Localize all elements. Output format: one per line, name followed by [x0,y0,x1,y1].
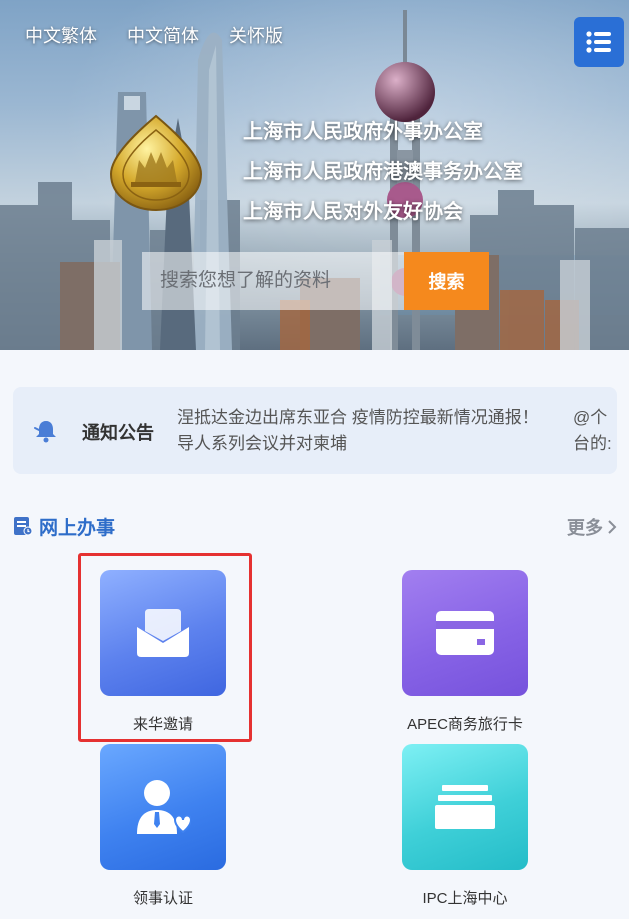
lang-simplified[interactable]: 中文简体 [127,22,199,48]
org-title-hk-macao: 上海市人民政府港澳事务办公室 [243,161,523,183]
notice-line: @个 [573,408,608,427]
org-title-friendship: 上海市人民对外友好协会 [243,201,463,223]
tile-icon-bg [402,570,528,696]
more-link[interactable]: 更多 [567,514,617,540]
envelope-icon [137,609,189,657]
shanghai-emblem-icon [109,114,203,212]
service-consular-auth[interactable]: 领事认证 [78,744,248,919]
notice-line: 涅抵达金边出席东亚合 疫情防控最新情况通报！ [177,408,539,427]
list-menu-icon [586,31,611,53]
card-icon [436,611,494,655]
notice-bar[interactable]: 通知公告 涅抵达金边出席东亚合 疫情防控最新情况通报！ 导人系列会议并对柬埔 @… [13,387,617,474]
hero-banner: 中文繁体 中文简体 关怀版 上海市人民政府外事办公室 上海市人民政府港澳事务办公 [0,0,629,350]
document-icon [14,517,33,536]
stack-icon [435,785,495,829]
service-apec-card[interactable]: APEC商务旅行卡 [380,570,550,745]
tile-icon-bg [100,570,226,696]
tile-label: 来华邀请 [132,716,193,733]
tile-label: 领事认证 [132,890,193,907]
more-label: 更多 [567,518,603,538]
tile-icon-bg [402,744,528,870]
notice-line: 导人系列会议并对柬埔 [177,434,347,453]
notice-line: 台的: [573,434,612,453]
section-title: 网上办事 [39,518,116,539]
online-services-header: 网上办事 更多 [13,513,617,541]
menu-button[interactable] [574,17,624,67]
tile-icon-bg [100,744,226,870]
notice-scroll-text: 涅抵达金边出席东亚合 疫情防控最新情况通报！ 导人系列会议并对柬埔 [177,405,617,465]
tile-label: IPC上海中心 [422,890,508,907]
lang-traditional[interactable]: 中文繁体 [25,22,97,48]
tile-label: APEC商务旅行卡 [407,716,523,733]
lang-care-mode[interactable]: 关怀版 [229,22,283,48]
notice-next-item: @个 台的: [573,405,617,457]
search-input[interactable] [142,252,404,310]
notice-label: 通知公告 [82,423,154,443]
language-bar: 中文繁体 中文简体 关怀版 [25,22,283,48]
org-titles: 上海市人民政府外事办公室 上海市人民政府港澳事务办公室 上海市人民对外友好协会 [243,112,523,232]
chevron-right-icon [608,520,617,534]
org-title-foreign-affairs: 上海市人民政府外事办公室 [243,121,483,143]
service-invitation[interactable]: 来华邀请 [78,570,248,745]
bell-icon [34,421,56,443]
search-button[interactable]: 搜索 [404,252,489,310]
consul-person-icon [137,780,191,834]
service-ipc-shanghai[interactable]: IPC上海中心 [380,744,550,919]
